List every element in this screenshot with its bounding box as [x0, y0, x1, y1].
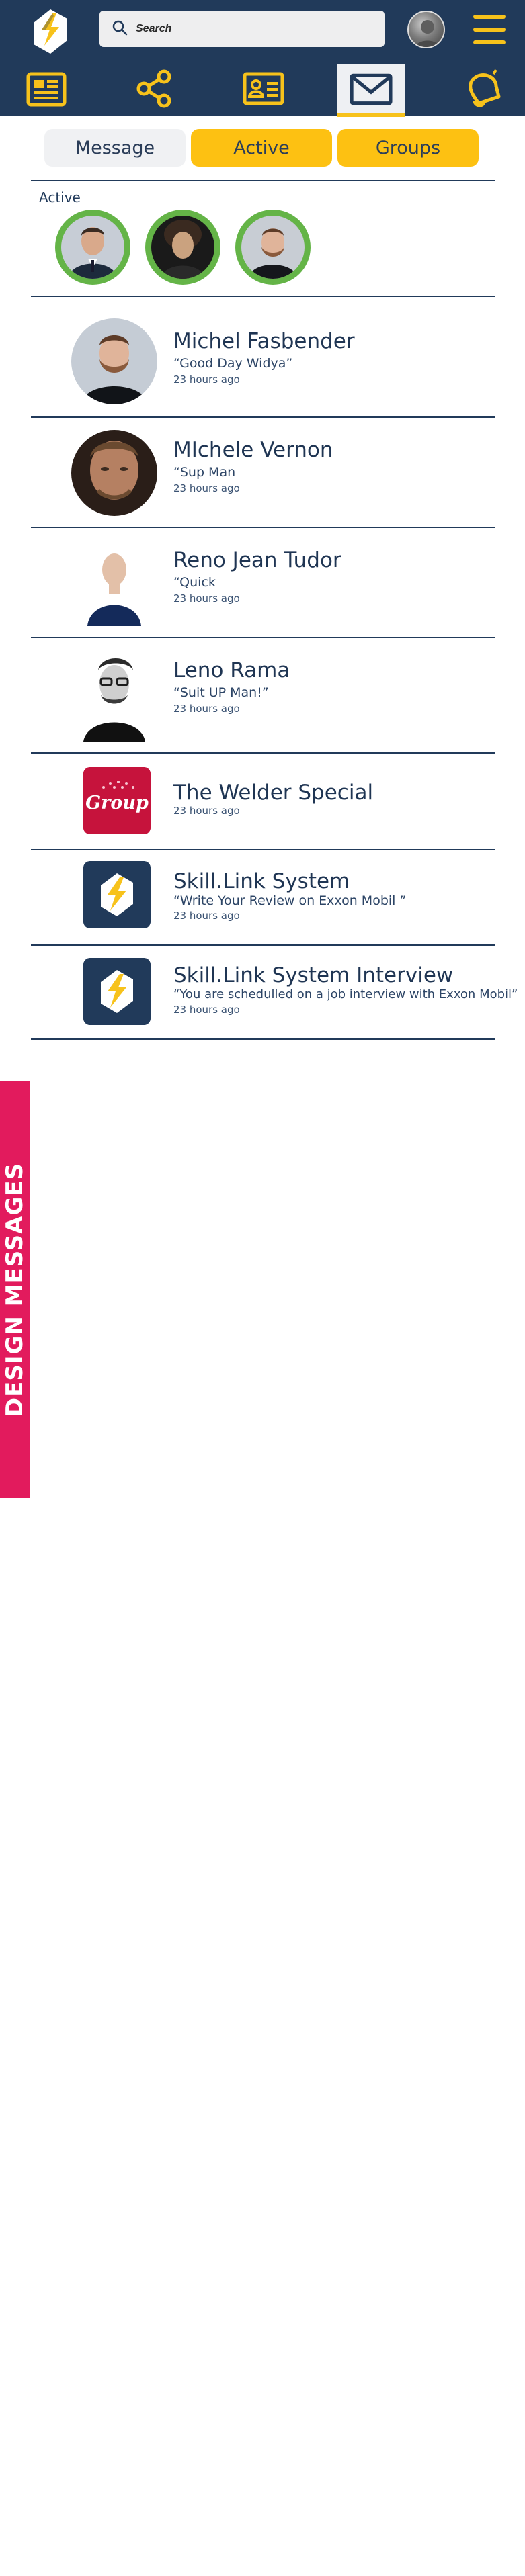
- active-user-avatar[interactable]: [145, 210, 220, 285]
- tab-message[interactable]: Message: [44, 129, 186, 167]
- share-icon: [133, 69, 175, 112]
- skill-link-logo: [83, 958, 151, 1025]
- message-time: 23 hours ago: [173, 909, 240, 922]
- message-time: 23 hours ago: [173, 592, 240, 605]
- sender-name: MIchele Vernon: [173, 438, 333, 462]
- message-time: 23 hours ago: [173, 805, 240, 817]
- user-avatar[interactable]: [407, 11, 445, 48]
- sender-avatar: [71, 430, 157, 516]
- sender-name: Skill.Link System Interview: [173, 963, 454, 987]
- group-logo: Group: [83, 767, 151, 834]
- nav-share[interactable]: [132, 64, 176, 116]
- message-preview: “Write Your Review on Exxon Mobil ”: [173, 893, 407, 908]
- main-nav: [0, 64, 525, 117]
- design-messages-ribbon: DESIGN MESSAGES: [0, 1081, 30, 1498]
- message-item[interactable]: Skill.Link System Interview “You are sch…: [31, 946, 518, 1040]
- sender-avatar: [71, 318, 157, 404]
- avatar-photo: [61, 216, 124, 279]
- message-preview: “Sup Man: [173, 465, 236, 480]
- message-time: 23 hours ago: [173, 703, 240, 715]
- message-item[interactable]: Reno Jean Tudor “Quick 23 hours ago: [31, 528, 495, 637]
- sender-name: Michel Fasbender: [173, 329, 355, 353]
- sender-name: The Welder Special: [173, 781, 374, 805]
- message-item[interactable]: MIchele Vernon “Sup Man 23 hours ago: [31, 418, 495, 527]
- tab-active[interactable]: Active: [191, 129, 332, 167]
- top-header: [0, 0, 525, 117]
- message-item[interactable]: Leno Rama “Suit UP Man!” 23 hours ago: [31, 638, 495, 752]
- search-input[interactable]: [136, 23, 378, 35]
- message-tabs: Message Active Groups: [44, 129, 480, 167]
- search-bar[interactable]: [99, 11, 385, 47]
- sender-name: Leno Rama: [173, 658, 290, 682]
- active-user-avatar[interactable]: [235, 210, 311, 285]
- ribbon-text: DESIGN MESSAGES: [1, 1162, 29, 1417]
- nav-messages[interactable]: [337, 64, 405, 117]
- nav-profile-card[interactable]: [239, 64, 288, 116]
- sender-name: Skill.Link System: [173, 869, 350, 893]
- group-logo-text: Group: [85, 793, 149, 813]
- avatar-photo: [151, 216, 214, 279]
- sender-avatar: [71, 540, 157, 626]
- nav-notifications[interactable]: [460, 64, 507, 116]
- skill-link-logo[interactable]: [30, 7, 71, 56]
- sender-avatar: [71, 650, 157, 742]
- message-preview: “Suit UP Man!”: [173, 685, 269, 700]
- message-time: 23 hours ago: [173, 1004, 240, 1016]
- menu-icon[interactable]: [473, 15, 506, 44]
- envelope-icon: [347, 69, 395, 114]
- sender-name: Reno Jean Tudor: [173, 548, 341, 572]
- divider: [31, 180, 495, 181]
- message-preview: “Quick: [173, 575, 216, 590]
- bell-icon: [462, 69, 504, 112]
- message-item[interactable]: Skill.Link System “Write Your Review on …: [31, 850, 495, 944]
- id-card-icon: [243, 69, 284, 112]
- message-preview: “Good Day Widya”: [173, 356, 293, 371]
- divider: [31, 1038, 495, 1040]
- message-time: 23 hours ago: [173, 373, 240, 386]
- active-section-label: Active: [39, 189, 81, 206]
- nav-news[interactable]: [24, 64, 69, 116]
- tab-groups[interactable]: Groups: [337, 129, 479, 167]
- search-icon: [112, 19, 128, 39]
- active-user-avatar[interactable]: [55, 210, 130, 285]
- message-preview: “You are schedulled on a job interview w…: [173, 987, 518, 1002]
- newspaper-icon: [26, 69, 67, 112]
- avatar-photo: [241, 216, 305, 279]
- skill-link-logo: [83, 861, 151, 928]
- message-time: 23 hours ago: [173, 482, 240, 494]
- message-item[interactable]: Michel Fasbender “Good Day Widya” 23 hou…: [31, 297, 495, 416]
- message-item[interactable]: Group The Welder Special 23 hours ago: [31, 754, 495, 849]
